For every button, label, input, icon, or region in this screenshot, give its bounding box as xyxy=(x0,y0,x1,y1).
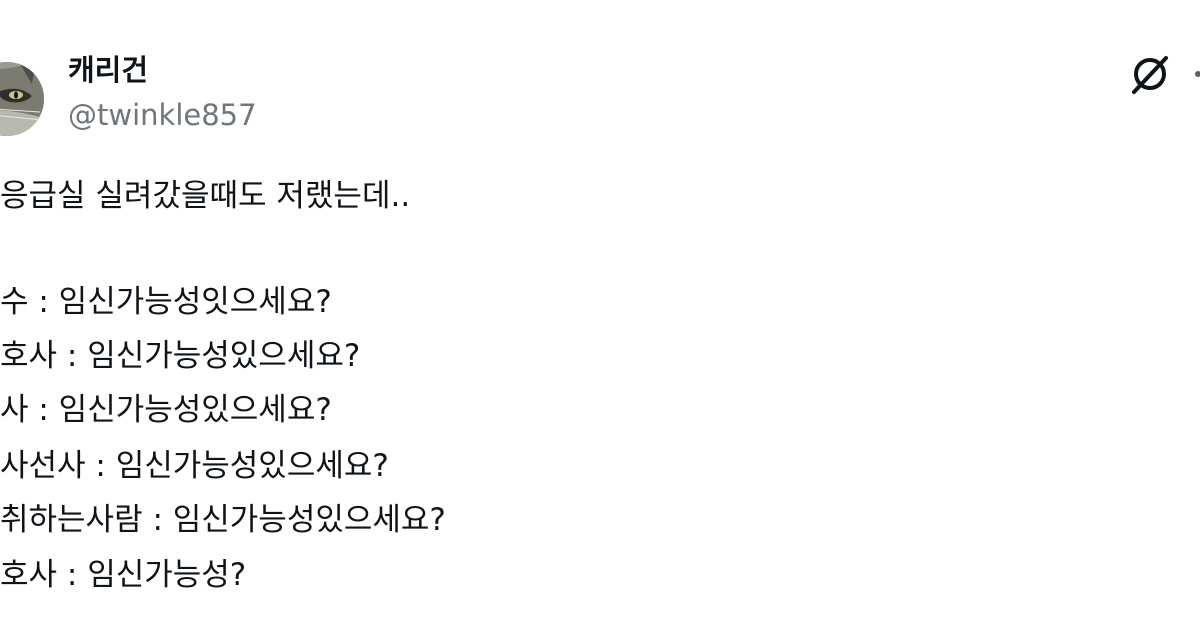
tweet-text-line-5: 사선사 : 임신가능성있으세요? xyxy=(0,448,389,484)
tweet-card: 캐리건 @twinkle857 응급실 실려갔을때도 저랬는데.. 수 : 임신… xyxy=(0,0,1200,630)
author-handle[interactable]: @twinkle857 xyxy=(68,96,257,134)
author-display-name[interactable]: 캐리건 xyxy=(68,52,148,88)
grok-icon[interactable] xyxy=(1128,52,1172,96)
cat-avatar-icon[interactable] xyxy=(0,62,44,136)
tweet-text-line-3: 호사 : 임신가능성있으세요? xyxy=(0,338,361,374)
tweet-text-line-6: 취하는사람 : 임신가능성있으세요? xyxy=(0,502,446,538)
tweet-text-line-1: 응급실 실려갔을때도 저랬는데.. xyxy=(0,178,411,214)
tweet-text-line-4: 사 : 임신가능성있으세요? xyxy=(0,392,332,428)
tweet-text-line-2: 수 : 임신가능성잇으세요? xyxy=(0,284,332,320)
tweet-text-line-7: 호사 : 임신가능성? xyxy=(0,557,247,593)
more-options-icon[interactable] xyxy=(1186,52,1200,96)
